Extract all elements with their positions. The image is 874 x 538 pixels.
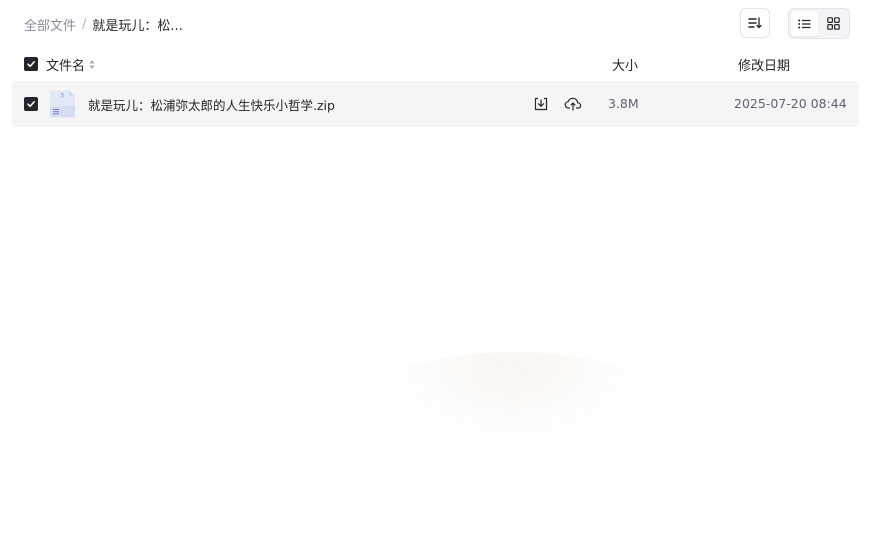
column-header-name[interactable]: 文件名 xyxy=(46,55,95,74)
file-size: 3.8M xyxy=(608,96,639,111)
file-name[interactable]: 就是玩儿：松浦弥太郎的人生快乐小哲学.zip xyxy=(88,95,335,114)
checkmark-icon xyxy=(27,61,35,68)
cloud-save-icon xyxy=(564,97,582,111)
view-mode-toggle xyxy=(788,8,850,39)
sort-toggle-icon xyxy=(89,60,95,69)
background-decoration xyxy=(364,352,664,457)
grid-view-button[interactable] xyxy=(820,11,847,36)
save-to-cloud-button[interactable] xyxy=(563,94,583,114)
download-icon xyxy=(534,97,548,111)
breadcrumb-root-link[interactable]: 全部文件 xyxy=(24,15,76,34)
file-modified-date: 2025-07-20 08:44 xyxy=(734,96,847,111)
row-checkbox[interactable] xyxy=(24,97,38,111)
list-view-icon xyxy=(798,19,811,28)
download-button[interactable] xyxy=(531,94,551,114)
sort-descending-icon xyxy=(748,17,762,29)
zip-file-icon: 3 xyxy=(50,90,75,118)
grid-view-icon xyxy=(827,17,840,30)
svg-text:3: 3 xyxy=(60,92,64,100)
column-header-modified[interactable]: 修改日期 xyxy=(738,55,790,74)
breadcrumb: 全部文件 / 就是玩儿：松... xyxy=(24,14,183,34)
checkmark-icon xyxy=(27,101,35,108)
column-header-name-label: 文件名 xyxy=(46,59,86,74)
table-row[interactable]: 3 就是玩儿：松浦弥太郎的人生快乐小哲学.zip 3.8M 2025-07-20… xyxy=(12,81,859,127)
column-header-size[interactable]: 大小 xyxy=(612,55,638,74)
file-list-header: 文件名 大小 修改日期 xyxy=(0,52,874,76)
breadcrumb-current-folder: 就是玩儿：松... xyxy=(92,18,183,34)
select-all-checkbox[interactable] xyxy=(24,57,38,71)
sort-button[interactable] xyxy=(740,8,770,38)
list-view-button[interactable] xyxy=(791,11,818,36)
breadcrumb-separator: / xyxy=(82,16,87,32)
